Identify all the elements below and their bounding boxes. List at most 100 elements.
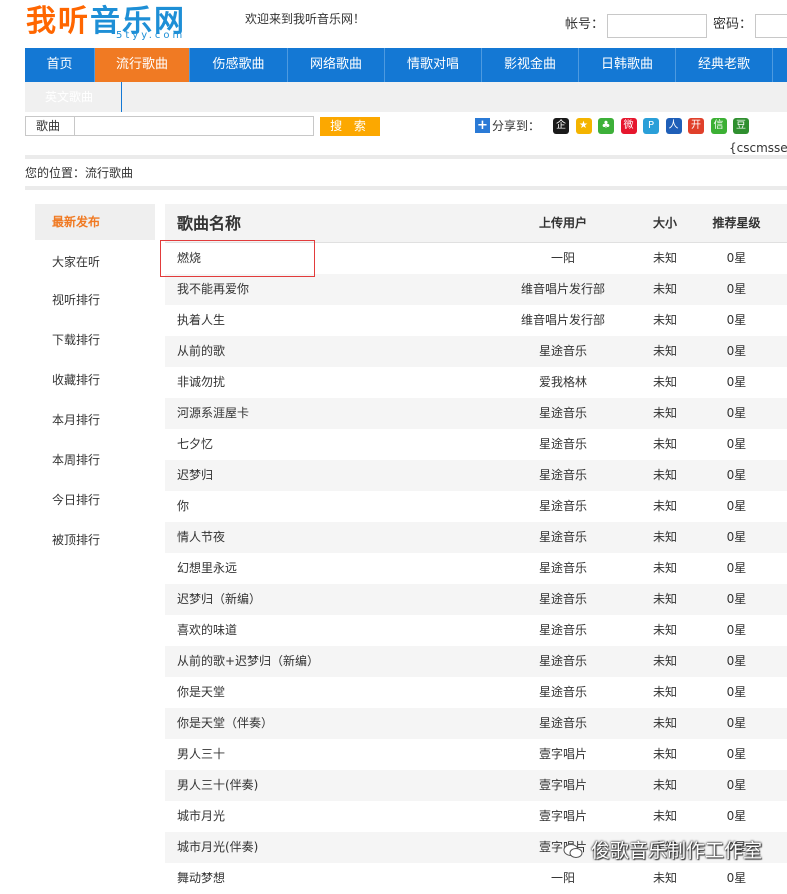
song-name-link[interactable]: 非诚勿扰 bbox=[177, 367, 225, 398]
uploader-link[interactable]: 星途音乐 bbox=[490, 677, 636, 708]
song-name-link[interactable]: 男人三十 bbox=[177, 739, 225, 770]
song-name-link[interactable]: 你 bbox=[177, 491, 189, 522]
qzone-icon[interactable]: ★ bbox=[575, 118, 592, 134]
search-type-select[interactable]: 歌曲 bbox=[36, 117, 60, 135]
search-input[interactable]: 歌曲 bbox=[25, 116, 314, 136]
song-size: 未知 bbox=[652, 468, 677, 482]
table-row: 你是天堂 星途音乐 未知 0星 bbox=[165, 677, 787, 708]
sidebar-item-latest[interactable]: 最新发布 bbox=[35, 204, 155, 240]
song-stars: 0星 bbox=[726, 499, 747, 513]
uploader-link[interactable]: 一阳 bbox=[490, 863, 636, 894]
song-size: 未知 bbox=[652, 499, 677, 513]
nav-item-pop-songs[interactable]: 流行歌曲 bbox=[95, 48, 190, 82]
song-name-link[interactable]: 喜欢的味道 bbox=[177, 615, 237, 646]
sidebar-item-top-voted-rank[interactable]: 被顶排行 bbox=[35, 522, 155, 558]
uploader-link[interactable]: 维音唱片发行部 bbox=[490, 274, 636, 305]
song-stars: 0星 bbox=[726, 592, 747, 606]
column-header-user: 上传用户 bbox=[538, 216, 587, 230]
plus-icon[interactable]: + bbox=[475, 118, 490, 133]
table-row: 从前的歌 星途音乐 未知 0星 bbox=[165, 336, 787, 367]
nav-item-home[interactable]: 首页 bbox=[25, 48, 95, 82]
song-size: 未知 bbox=[652, 871, 677, 885]
uploader-link[interactable]: 壹字唱片 bbox=[490, 770, 636, 801]
table-row: 情人节夜 星途音乐 未知 0星 bbox=[165, 522, 787, 553]
table-row: 执着人生 维音唱片发行部 未知 0星 bbox=[165, 305, 787, 336]
weibo-icon[interactable]: 微 bbox=[620, 118, 637, 134]
song-name-link[interactable]: 城市月光 bbox=[177, 801, 225, 832]
song-size: 未知 bbox=[652, 747, 677, 761]
song-size: 未知 bbox=[652, 530, 677, 544]
uploader-link[interactable]: 星途音乐 bbox=[490, 615, 636, 646]
sidebar-item-favorite-rank[interactable]: 收藏排行 bbox=[35, 362, 155, 398]
song-name-link[interactable]: 河源系涯屋卡 bbox=[177, 398, 249, 429]
song-name-link[interactable]: 男人三十(伴奏) bbox=[177, 770, 258, 801]
table-row: 我不能再爱你 维音唱片发行部 未知 0星 bbox=[165, 274, 787, 305]
renren-icon[interactable]: 人 bbox=[665, 118, 682, 134]
uploader-link[interactable]: 爱我格林 bbox=[490, 367, 636, 398]
nav-item-english-songs[interactable]: 英文歌曲 bbox=[45, 82, 93, 112]
uploader-link[interactable]: 星途音乐 bbox=[490, 460, 636, 491]
uploader-link[interactable]: 壹字唱片 bbox=[490, 801, 636, 832]
uploader-link[interactable]: 星途音乐 bbox=[490, 553, 636, 584]
song-size: 未知 bbox=[652, 592, 677, 606]
song-name-link[interactable]: 你是天堂 bbox=[177, 677, 225, 708]
song-size: 未知 bbox=[652, 437, 677, 451]
song-name-link[interactable]: 幻想里永远 bbox=[177, 553, 237, 584]
sidebar-item-listening-now[interactable]: 大家在听 bbox=[35, 244, 155, 280]
sidebar-item-today-rank[interactable]: 今日排行 bbox=[35, 482, 155, 518]
breadcrumb: 您的位置：流行歌曲 bbox=[25, 166, 134, 180]
douban-icon[interactable]: 豆 bbox=[733, 118, 749, 134]
song-name-link[interactable]: 城市月光(伴奏) bbox=[177, 832, 258, 863]
uploader-link[interactable]: 一阳 bbox=[490, 243, 636, 274]
table-row: 迟梦归 星途音乐 未知 0星 bbox=[165, 460, 787, 491]
song-name-link[interactable]: 迟梦归（新编） bbox=[177, 584, 261, 615]
main-nav: 首页 流行歌曲 伤感歌曲 网络歌曲 情歌对唱 影视金曲 日韩歌曲 经典老歌 bbox=[25, 48, 787, 82]
nav-item-jp-kr-songs[interactable]: 日韩歌曲 bbox=[579, 48, 676, 82]
uploader-link[interactable]: 星途音乐 bbox=[490, 429, 636, 460]
kaixin-icon[interactable]: 开 bbox=[688, 118, 704, 134]
nav-item-sad-songs[interactable]: 伤感歌曲 bbox=[190, 48, 288, 82]
uploader-link[interactable]: 星途音乐 bbox=[490, 336, 636, 367]
table-row: 非诚勿扰 爱我格林 未知 0星 bbox=[165, 367, 787, 398]
uploader-link[interactable]: 星途音乐 bbox=[490, 584, 636, 615]
password-input[interactable] bbox=[755, 14, 787, 38]
nav-item-film-tv-songs[interactable]: 影视金曲 bbox=[482, 48, 579, 82]
song-size: 未知 bbox=[652, 809, 677, 823]
uploader-link[interactable]: 星途音乐 bbox=[490, 522, 636, 553]
pengyou-icon[interactable]: ♣ bbox=[598, 118, 614, 134]
uploader-link[interactable]: 星途音乐 bbox=[490, 708, 636, 739]
sidebar-item-month-rank[interactable]: 本月排行 bbox=[35, 402, 155, 438]
nav-item-duet-songs[interactable]: 情歌对唱 bbox=[385, 48, 482, 82]
song-name-link[interactable]: 我不能再爱你 bbox=[177, 274, 249, 305]
uploader-link[interactable]: 壹字唱片 bbox=[490, 739, 636, 770]
share-label: 分享到： bbox=[492, 119, 541, 133]
song-name-link[interactable]: 迟梦归 bbox=[177, 460, 213, 491]
qq-icon[interactable]: 企 bbox=[553, 118, 569, 134]
sidebar-item-play-rank[interactable]: 视听排行 bbox=[35, 282, 155, 318]
wechat-icon[interactable]: 信 bbox=[710, 118, 727, 134]
song-size: 未知 bbox=[652, 685, 677, 699]
nav-item-internet-songs[interactable]: 网络歌曲 bbox=[288, 48, 385, 82]
song-name-link[interactable]: 舞动梦想 bbox=[177, 863, 225, 894]
uploader-link[interactable]: 星途音乐 bbox=[490, 646, 636, 677]
search-button[interactable]: 搜 索 bbox=[320, 117, 380, 136]
song-size: 未知 bbox=[652, 375, 677, 389]
uploader-link[interactable]: 星途音乐 bbox=[490, 491, 636, 522]
song-name-link[interactable]: 从前的歌+迟梦归（新编） bbox=[177, 646, 319, 677]
song-name-link[interactable]: 你是天堂（伴奏） bbox=[177, 708, 273, 739]
sidebar-item-week-rank[interactable]: 本周排行 bbox=[35, 442, 155, 478]
song-size: 未知 bbox=[652, 561, 677, 575]
song-name-link[interactable]: 从前的歌 bbox=[177, 336, 225, 367]
uploader-link[interactable]: 维音唱片发行部 bbox=[490, 305, 636, 336]
song-name-link[interactable]: 执着人生 bbox=[177, 305, 225, 336]
table-row: 你 星途音乐 未知 0星 bbox=[165, 491, 787, 522]
table-row: 河源系涯屋卡 星途音乐 未知 0星 bbox=[165, 398, 787, 429]
account-input[interactable] bbox=[607, 14, 707, 38]
nav-item-classic-songs[interactable]: 经典老歌 bbox=[676, 48, 773, 82]
sidebar-item-download-rank[interactable]: 下载排行 bbox=[35, 322, 155, 358]
song-name-link[interactable]: 七夕忆 bbox=[177, 429, 213, 460]
tqq-icon[interactable]: P bbox=[643, 118, 659, 134]
song-name-link[interactable]: 情人节夜 bbox=[177, 522, 225, 553]
uploader-link[interactable]: 星途音乐 bbox=[490, 398, 636, 429]
template-tag: {cscmsself bbox=[729, 141, 787, 155]
